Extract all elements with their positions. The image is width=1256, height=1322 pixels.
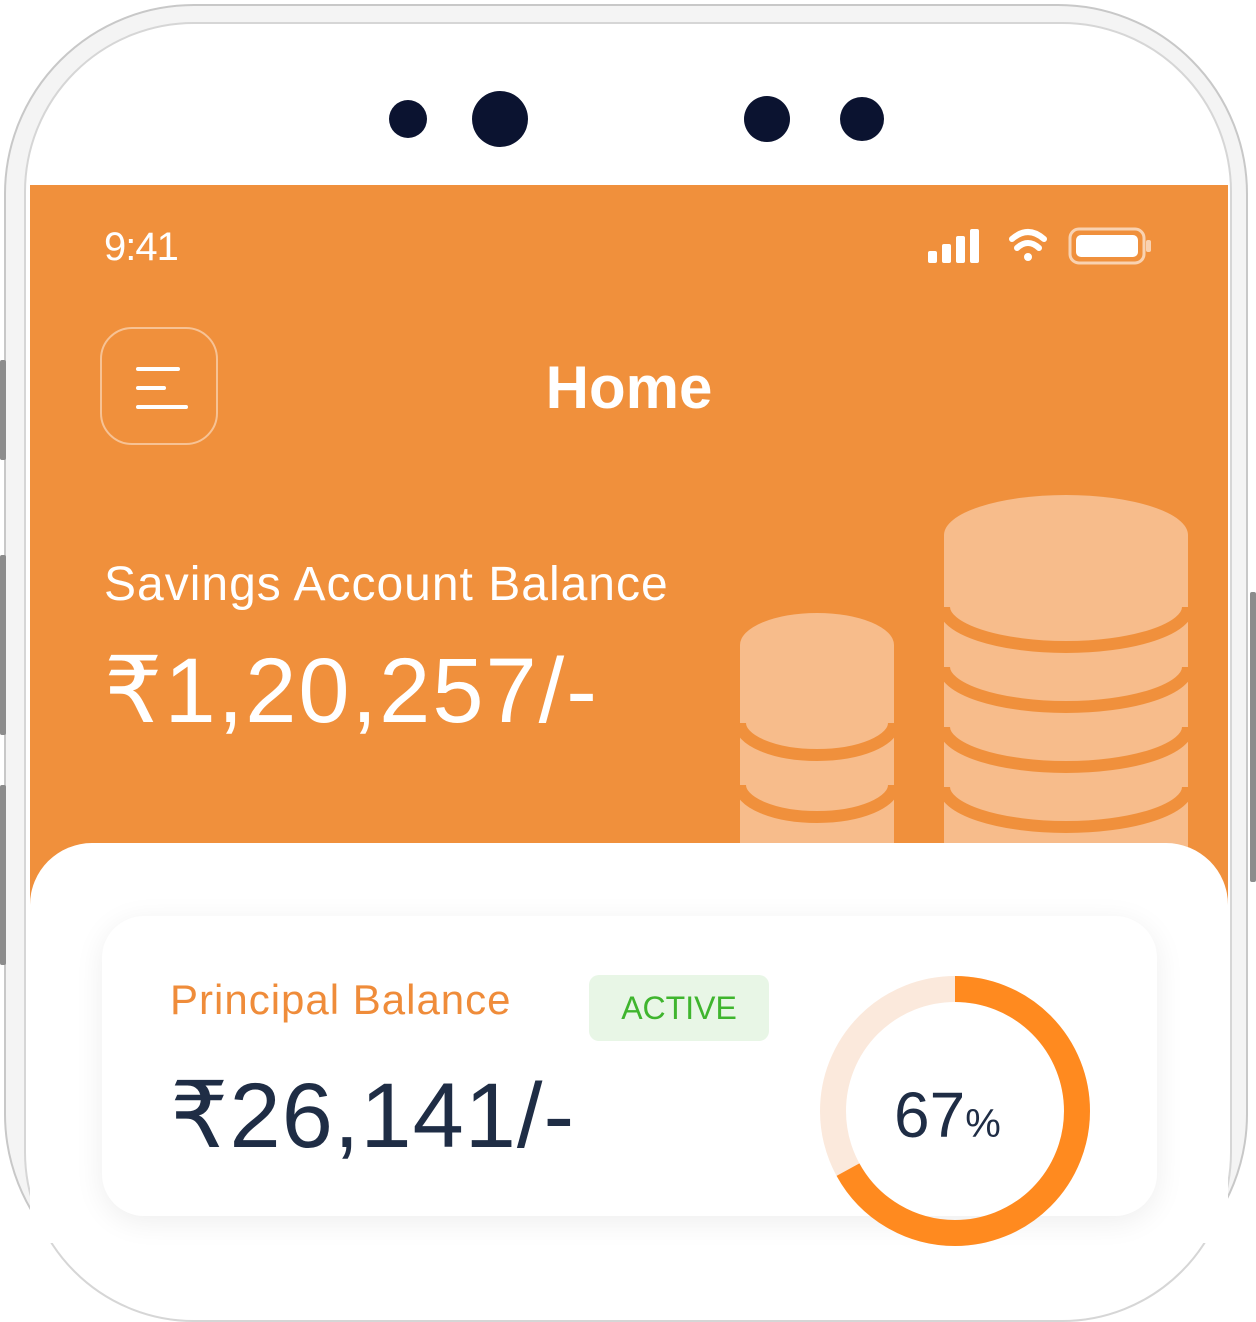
savings-balance-label: Savings Account Balance bbox=[104, 558, 669, 611]
principal-balance-amount: ₹26,141/- bbox=[170, 1065, 576, 1167]
status-time: 9:41 bbox=[104, 225, 179, 269]
progress-unit: % bbox=[965, 1102, 1001, 1146]
principal-balance-label: Principal Balance bbox=[170, 976, 512, 1023]
page-title: Home bbox=[545, 354, 713, 421]
sensor-dot bbox=[389, 100, 427, 138]
cellular-signal-icon bbox=[928, 229, 979, 263]
side-button bbox=[0, 785, 6, 965]
battery-icon bbox=[1068, 227, 1151, 265]
savings-balance-amount: ₹1,20,257/- bbox=[104, 640, 599, 742]
status-icons bbox=[928, 227, 1151, 265]
sensor-dot bbox=[840, 97, 884, 141]
sensor-dot bbox=[744, 96, 790, 142]
progress-value: 67 bbox=[894, 1079, 966, 1151]
status-badge: ACTIVE bbox=[589, 975, 769, 1041]
side-button bbox=[0, 360, 6, 460]
front-camera bbox=[472, 91, 528, 147]
side-button bbox=[0, 555, 6, 735]
wifi-icon bbox=[1009, 229, 1047, 261]
side-button bbox=[1250, 592, 1256, 882]
progress-percent: 67% bbox=[894, 1078, 1001, 1152]
